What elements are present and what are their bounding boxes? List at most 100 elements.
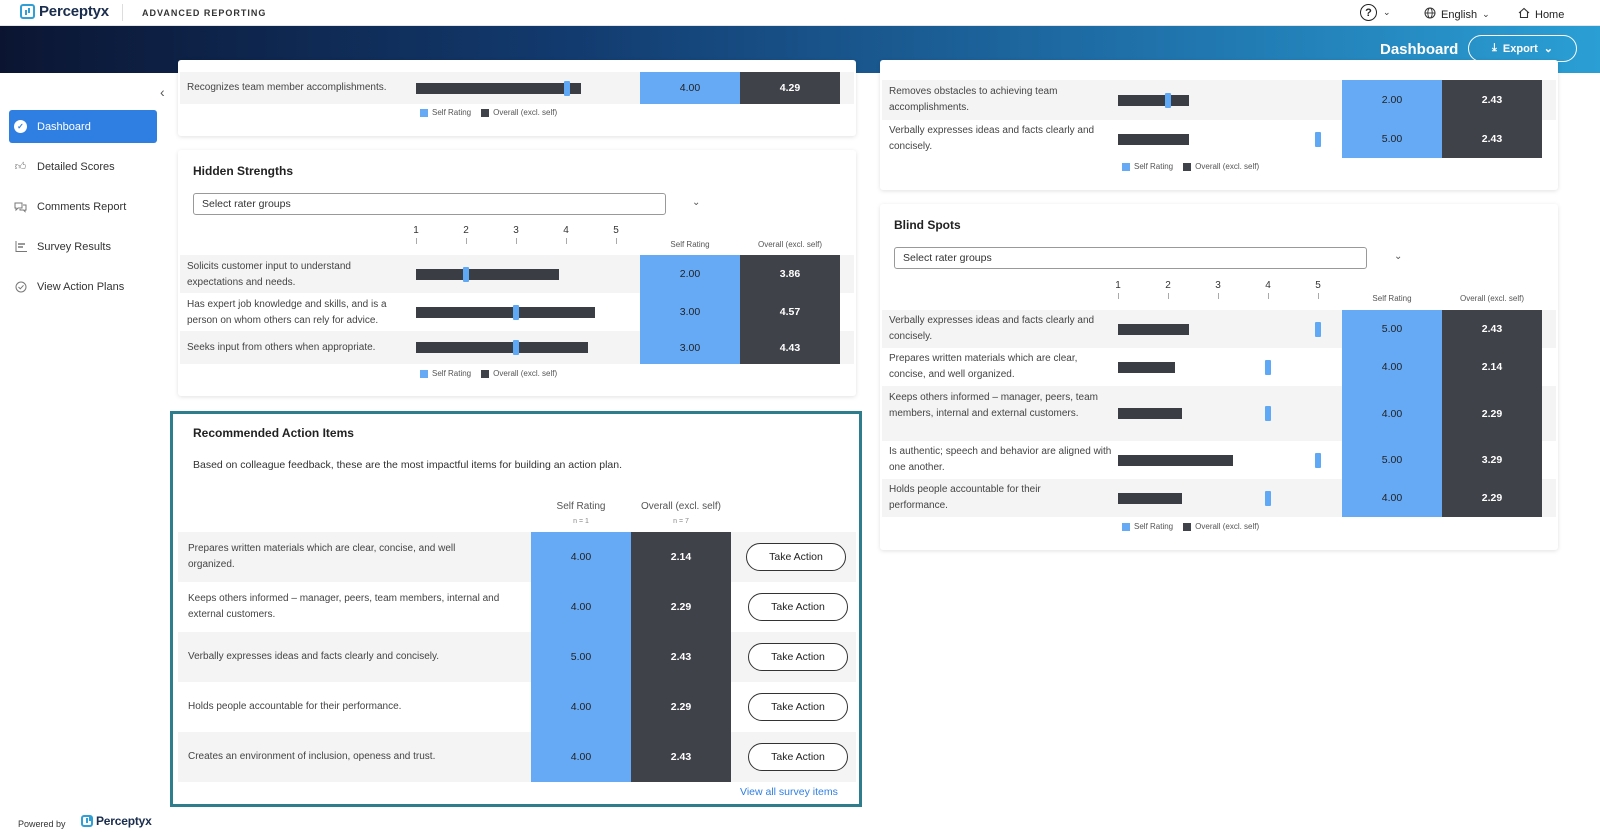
legend-self-label: Self Rating [1134,522,1174,531]
overall-score: 2.43 [1442,120,1542,158]
chart-legend: Self Rating Overall (excl. self) [420,108,557,117]
check-outline-icon [14,280,27,293]
chevron-down-icon[interactable]: ⌄ [692,197,700,208]
card-title: Blind Spots [894,218,961,232]
take-action-button[interactable]: Take Action [748,643,848,671]
legend-swatch-overall [1183,522,1192,531]
overall-bar [1118,362,1175,373]
scale-tick-label: 1 [413,225,419,236]
collapse-sidebar-icon[interactable]: ‹ [160,84,165,100]
overall-bar [416,307,595,318]
scale-tick [1118,293,1119,299]
page-title: Dashboard [1380,41,1459,58]
table-row: Recognizes team member accomplishments. … [180,72,854,104]
overall-bar [1118,455,1233,466]
legend-swatch-overall [1183,162,1192,171]
scale-tick [516,238,517,244]
view-all-survey-items-link[interactable]: View all survey items [740,786,838,798]
chevron-down-icon: ⌄ [1482,9,1490,19]
scale-tick [466,238,467,244]
sidebar-item-dashboard[interactable]: ✓ Dashboard [9,110,157,143]
legend-swatch-overall [481,369,490,378]
language-selector[interactable]: English ⌄ [1424,7,1490,22]
overall-score: 2.29 [1442,479,1542,517]
item-text: Removes obstacles to achieving team acco… [889,86,1058,113]
divider [122,4,123,21]
legend-swatch-self [420,369,428,378]
table-row: Holds people accountable for their perfo… [178,682,856,732]
take-action-button[interactable]: Take Action [748,743,848,771]
legend-swatch-self [1122,162,1130,171]
scale-tick-label: 3 [1215,280,1221,291]
self-score: 4.00 [640,72,740,104]
self-marker [1165,93,1171,108]
export-button[interactable]: ⤓ Export ⌄ [1468,35,1577,62]
home-icon [1518,7,1530,22]
brand-name: Perceptyx [96,814,152,828]
sidebar-item-label: Survey Results [37,240,111,253]
sidebar-item-comments-report[interactable]: Comments Report [9,190,157,223]
question-circle-icon: ? [1360,4,1377,21]
globe-icon [1424,7,1436,22]
sidebar-item-detailed-scores[interactable]: 👍︎ Detailed Scores [9,150,157,183]
scale-tick-label: 2 [463,225,469,236]
brand-name: Perceptyx [39,3,109,20]
sidebar-item-survey-results[interactable]: Survey Results [9,230,157,263]
legend-overall-label: Overall (excl. self) [1195,522,1260,531]
legend-swatch-overall [481,108,490,117]
legend-self-label: Self Rating [432,369,472,378]
scale-tick-label: 4 [1265,280,1271,291]
item-text: Keeps others informed – manager, peers, … [889,392,1099,419]
table-row: Verbally expresses ideas and facts clear… [178,632,856,682]
overall-bar [1118,408,1182,419]
column-header-self: Self Rating [1372,294,1412,303]
self-marker [1315,453,1321,468]
take-action-button[interactable]: Take Action [746,543,846,571]
scale-tick-label: 1 [1115,280,1121,291]
overall-score: 4.57 [740,293,840,331]
legend-self-label: Self Rating [432,108,472,117]
check-circle-icon: ✓ [14,120,27,133]
card-description: Based on colleague feedback, these are t… [193,459,623,471]
self-score: 2.00 [1342,80,1442,120]
self-score: 4.00 [531,532,631,582]
overall-score: 2.43 [1442,80,1542,120]
rater-group-select[interactable]: Select rater groups [894,247,1367,269]
item-text: Prepares written materials which are cle… [188,543,456,570]
rater-group-select[interactable]: Select rater groups [193,193,666,215]
table-row: Keeps others informed – manager, peers, … [178,582,856,632]
legend-overall-label: Overall (excl. self) [1195,162,1260,171]
take-action-button[interactable]: Take Action [748,593,848,621]
self-marker [1265,491,1271,506]
chevron-down-icon: ⌄ [1543,43,1553,55]
chart-legend: Self Rating Overall (excl. self) [1122,522,1259,531]
card-top-left-partial: Recognizes team member accomplishments. … [178,60,856,136]
item-text: Holds people accountable for their perfo… [889,484,1041,511]
overall-score: 3.86 [740,255,840,293]
home-label: Home [1535,8,1565,21]
table-row: Verbally expresses ideas and facts clear… [882,120,1556,158]
self-score: 3.00 [640,293,740,331]
sidebar-item-view-action-plans[interactable]: View Action Plans [9,270,157,303]
table-row: Creates an environment of inclusion, ope… [178,732,856,782]
export-label: Export [1502,42,1538,55]
card-title: Recommended Action Items [193,426,354,440]
self-marker [564,81,570,96]
take-action-button[interactable]: Take Action [748,693,848,721]
self-score: 2.00 [640,255,740,293]
help-menu[interactable]: ? ⌄ [1360,4,1391,21]
self-marker [463,267,469,282]
scale-tick-label: 3 [513,225,519,236]
chevron-down-icon[interactable]: ⌄ [1394,251,1402,262]
chevron-down-icon: ⌄ [1383,7,1391,17]
overall-score: 4.29 [740,72,840,104]
perceptyx-logo-icon [81,815,93,827]
perceptyx-logo[interactable]: Perceptyx [20,3,109,20]
language-label: English [1441,8,1478,21]
scale-tick-label: 5 [1315,280,1321,291]
sidebar-item-label: View Action Plans [37,280,125,293]
self-score: 4.00 [531,682,631,732]
sidebar-item-label: Comments Report [37,200,127,213]
home-link[interactable]: Home [1518,7,1564,22]
download-icon: ⤓ [1492,42,1497,54]
